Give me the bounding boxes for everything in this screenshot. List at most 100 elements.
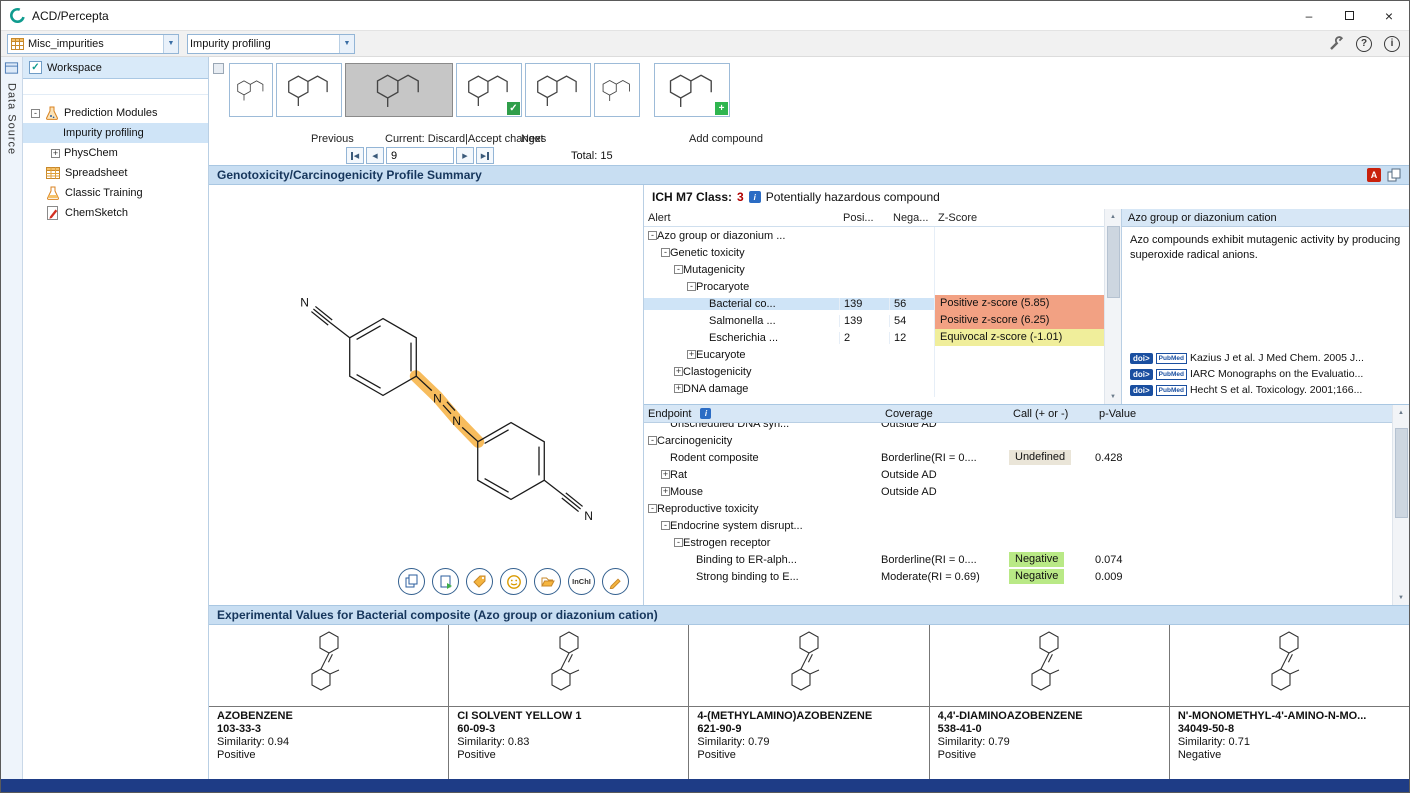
alert-table-row[interactable]: - Azo group or diazonium ...: [644, 227, 1104, 244]
pdf-report-icon[interactable]: A: [1367, 168, 1381, 182]
column-pvalue[interactable]: p-Value: [1095, 408, 1155, 420]
module-dropdown-arrow[interactable]: ▼: [339, 35, 354, 53]
copy-structure-button[interactable]: [398, 568, 425, 595]
tree-item-impurity-profiling[interactable]: Impurity profiling: [23, 123, 208, 143]
scroll-down-icon[interactable]: ▼: [1393, 590, 1409, 605]
pubmed-icon[interactable]: PubMed: [1156, 385, 1187, 396]
ich-info-icon[interactable]: i: [749, 191, 761, 203]
tree-expander[interactable]: +: [51, 149, 60, 158]
dataset-dropdown-arrow[interactable]: ▼: [163, 35, 178, 53]
maximize-button[interactable]: [1329, 1, 1369, 31]
reference-item[interactable]: doi> PubMed IARC Monographs on the Evalu…: [1130, 366, 1401, 382]
endpoint-table-row[interactable]: - Estrogen receptor: [644, 534, 1392, 551]
column-call[interactable]: Call (+ or -): [1009, 408, 1095, 420]
scroll-up-icon[interactable]: ▲: [1105, 209, 1121, 224]
about-button[interactable]: i: [1381, 33, 1403, 55]
endpoint-table-row[interactable]: + Rat Outside AD: [644, 466, 1392, 483]
alert-table-row[interactable]: + DNA damage: [644, 380, 1104, 397]
add-compound-label[interactable]: Add compound: [689, 133, 763, 145]
doi-icon[interactable]: doi>: [1130, 385, 1153, 396]
compound-thumbnail[interactable]: [594, 63, 640, 117]
alert-table-row[interactable]: - Procaryote: [644, 278, 1104, 295]
pubmed-icon[interactable]: PubMed: [1156, 353, 1187, 364]
endpoint-table-row[interactable]: Strong binding to E... Moderate(RI = 0.6…: [644, 568, 1392, 585]
endpoint-table-row[interactable]: - Carcinogenicity: [644, 432, 1392, 449]
column-zscore[interactable]: Z-Score: [934, 212, 1104, 224]
copy-report-icon[interactable]: [1387, 168, 1401, 182]
tree-expander[interactable]: +: [661, 470, 670, 479]
compound-thumbnail[interactable]: +: [654, 63, 730, 117]
alert-table-row[interactable]: + Clastogenicity: [644, 363, 1104, 380]
workspace-checkbox[interactable]: ✓: [29, 61, 42, 74]
endpoint-table-row[interactable]: - Endocrine system disrupt...: [644, 517, 1392, 534]
module-select[interactable]: Impurity profiling ▼: [187, 34, 355, 54]
tree-expander[interactable]: +: [674, 367, 683, 376]
doi-icon[interactable]: doi>: [1130, 353, 1153, 364]
next-label[interactable]: Next: [521, 133, 544, 145]
dataset-select[interactable]: Misc_impurities ▼: [7, 34, 179, 54]
tree-expander[interactable]: -: [648, 504, 657, 513]
edit-structure-button[interactable]: [602, 568, 629, 595]
scroll-down-icon[interactable]: ▼: [1105, 389, 1121, 404]
experimental-compound-card[interactable]: AZOBENZENE 103-33-3 Similarity: 0.94 Pos…: [209, 625, 448, 779]
compound-thumbnail[interactable]: [525, 63, 591, 117]
endpoint-table-row[interactable]: - Reproductive toxicity: [644, 500, 1392, 517]
tree-expander[interactable]: +: [687, 350, 696, 359]
tree-expander[interactable]: +: [674, 384, 683, 393]
send-structure-button[interactable]: [534, 568, 561, 595]
alert-tag-button[interactable]: [466, 568, 493, 595]
experimental-compound-card[interactable]: 4-(METHYLAMINO)AZOBENZENE 621-90-9 Simil…: [688, 625, 928, 779]
tree-expander[interactable]: +: [661, 487, 670, 496]
help-button[interactable]: ?: [1353, 33, 1375, 55]
options-wrench-button[interactable]: [1325, 33, 1347, 55]
tree-expander[interactable]: -: [661, 248, 670, 257]
data-source-strip[interactable]: Data Source: [1, 57, 23, 779]
first-record-button[interactable]: ◀: [346, 147, 364, 164]
scrollbar-thumb[interactable]: [1395, 428, 1408, 518]
compound-thumbnail[interactable]: [276, 63, 342, 117]
column-coverage[interactable]: Coverage: [881, 408, 1009, 420]
endpoint-table-row[interactable]: + Mouse Outside AD: [644, 483, 1392, 500]
minimize-button[interactable]: –: [1289, 1, 1329, 31]
column-negatives[interactable]: Nega...: [889, 212, 934, 224]
tree-expander[interactable]: -: [661, 521, 670, 530]
endpoint-table-row[interactable]: Unscheduled DNA syn... Outside AD: [644, 423, 1392, 432]
endpoint-table-row[interactable]: Binding to ER-alph... Borderline(RI = 0.…: [644, 551, 1392, 568]
filmstrip-collapse-button[interactable]: [213, 63, 224, 74]
data-source-tab-label[interactable]: Data Source: [6, 83, 18, 155]
tree-item-chemsketch[interactable]: ChemSketch: [23, 203, 208, 223]
tree-expander[interactable]: -: [648, 231, 657, 240]
reference-item[interactable]: doi> PubMed Hecht S et al. Toxicology. 2…: [1130, 382, 1401, 398]
tree-expander[interactable]: -: [648, 436, 657, 445]
compound-thumbnail[interactable]: ✓: [456, 63, 522, 117]
previous-record-button[interactable]: ◀: [366, 147, 384, 164]
last-record-button[interactable]: ▶: [476, 147, 494, 164]
previous-label[interactable]: Previous: [311, 133, 354, 145]
alert-table-row[interactable]: Bacterial co... 139 56 Positive z-score …: [644, 295, 1104, 312]
tree-expander[interactable]: -: [674, 538, 683, 547]
inchi-button[interactable]: InChI: [568, 568, 595, 595]
close-button[interactable]: ×: [1369, 1, 1409, 31]
endpoint-table-row[interactable]: Rodent composite Borderline(RI = 0.... U…: [644, 449, 1392, 466]
experimental-compound-card[interactable]: 4,4'-DIAMINOAZOBENZENE 538-41-0 Similari…: [929, 625, 1169, 779]
pubmed-icon[interactable]: PubMed: [1156, 369, 1187, 380]
doi-icon[interactable]: doi>: [1130, 369, 1153, 380]
column-positives[interactable]: Posi...: [839, 212, 889, 224]
tree-item-classic-training[interactable]: Classic Training: [23, 183, 208, 203]
compound-thumbnail[interactable]: [229, 63, 273, 117]
endpoint-info-icon[interactable]: i: [700, 408, 711, 419]
endpoint-table-scrollbar[interactable]: ▲ ▼: [1392, 405, 1409, 605]
alert-table-row[interactable]: - Genetic toxicity: [644, 244, 1104, 261]
tree-item-physchem[interactable]: + PhysChem: [23, 143, 208, 163]
alert-table-row[interactable]: Salmonella ... 139 54 Positive z-score (…: [644, 312, 1104, 329]
tree-expander[interactable]: -: [674, 265, 683, 274]
alert-table-row[interactable]: - Mutagenicity: [644, 261, 1104, 278]
column-endpoint[interactable]: Endpoint: [648, 408, 691, 420]
compound-thumbnail[interactable]: [345, 63, 453, 117]
experimental-compound-card[interactable]: CI SOLVENT YELLOW 1 60-09-3 Similarity: …: [448, 625, 688, 779]
column-alert[interactable]: Alert: [644, 212, 839, 224]
alert-table-row[interactable]: Escherichia ... 2 12 Equivocal z-score (…: [644, 329, 1104, 346]
tree-item-spreadsheet[interactable]: Spreadsheet: [23, 163, 208, 183]
alert-table-row[interactable]: + Eucaryote: [644, 346, 1104, 363]
reference-item[interactable]: doi> PubMed Kazius J et al. J Med Chem. …: [1130, 350, 1401, 366]
